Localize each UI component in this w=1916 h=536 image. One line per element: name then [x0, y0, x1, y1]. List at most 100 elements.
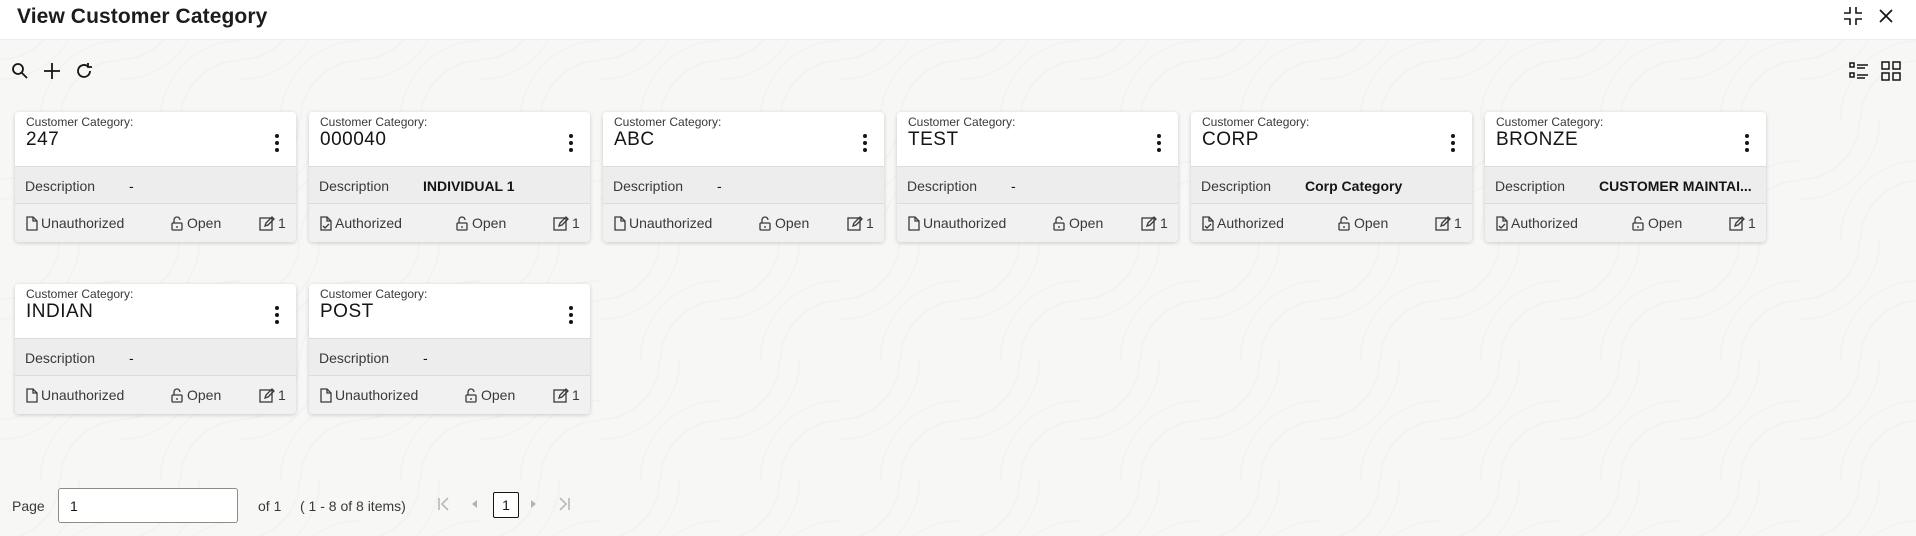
plus-icon[interactable] [40, 59, 64, 83]
card-header: Customer Category: 247 [15, 112, 296, 166]
edit-icon [553, 387, 569, 403]
lock-status-label: Open [1648, 215, 1683, 231]
category-value: 247 [26, 129, 60, 150]
document-icon [320, 387, 332, 403]
record-status: Authorized [1496, 215, 1578, 231]
description-value: - [129, 178, 134, 194]
description-value: - [717, 178, 722, 194]
category-label: Customer Category: [26, 287, 134, 301]
card-description-row: Description - [15, 166, 296, 204]
next-page-icon[interactable] [530, 497, 538, 514]
modification-count: 1 [847, 215, 874, 231]
category-label: Customer Category: [320, 287, 428, 301]
kebab-menu-icon[interactable] [1154, 132, 1164, 154]
category-value: CORP [1202, 129, 1259, 150]
search-icon[interactable] [8, 59, 32, 83]
lock-status-label: Open [187, 215, 222, 231]
card-description-row: Description INDIVIDUAL 1 [309, 166, 590, 204]
card-header: Customer Category: TEST [897, 112, 1178, 166]
category-label: Customer Category: [1496, 115, 1604, 129]
collapse-icon[interactable] [1841, 4, 1865, 28]
description-label: Description [25, 350, 96, 366]
record-status: Authorized [1202, 215, 1284, 231]
modification-number: 1 [866, 215, 874, 231]
lock-status: Open [170, 215, 221, 231]
description-label: Description [319, 350, 390, 366]
category-card[interactable]: Customer Category: 000040 Description INDIV… [309, 112, 590, 242]
record-status: Unauthorized [26, 215, 124, 231]
items-count-label: ( 1 - 8 of 8 items) [300, 498, 406, 514]
record-status-label: Unauthorized [41, 387, 125, 403]
modification-count: 1 [259, 387, 286, 403]
document-check-icon [1496, 215, 1508, 231]
last-page-icon[interactable] [558, 497, 570, 514]
category-card[interactable]: Customer Category: 247 Description - Unautho… [15, 112, 296, 242]
category-card[interactable]: Customer Category: BRONZE Description CUSTO… [1485, 112, 1766, 242]
unlock-icon [170, 387, 184, 403]
category-card[interactable]: Customer Category: POST Description - Unauth… [309, 284, 590, 414]
page-input[interactable] [58, 488, 238, 523]
lock-status: Open [170, 387, 221, 403]
category-card[interactable]: Customer Category: CORP Description Corp Ca… [1191, 112, 1472, 242]
description-value: - [1011, 178, 1016, 194]
card-footer: Authorized Open 1 [309, 204, 590, 242]
card-footer: Unauthorized Open 1 [897, 204, 1178, 242]
kebab-menu-icon[interactable] [272, 304, 282, 326]
card-header: Customer Category: POST [309, 284, 590, 338]
kebab-menu-icon[interactable] [860, 132, 870, 154]
lock-status: Open [455, 215, 506, 231]
grid-view-icon[interactable] [1879, 59, 1903, 83]
unlock-icon [1052, 215, 1066, 231]
card-footer: Unauthorized Open 1 [15, 376, 296, 414]
close-icon[interactable] [1874, 4, 1898, 28]
description-label: Description [613, 178, 684, 194]
description-label: Description [1201, 178, 1272, 194]
record-status-label: Authorized [1511, 215, 1578, 231]
description-value: - [423, 350, 428, 366]
card-footer: Unauthorized Open 1 [309, 376, 590, 414]
category-card[interactable]: Customer Category: ABC Description - Unautho… [603, 112, 884, 242]
record-status-label: Unauthorized [335, 387, 419, 403]
first-page-icon[interactable] [438, 497, 450, 514]
category-label: Customer Category: [26, 115, 134, 129]
modification-count: 1 [259, 215, 286, 231]
page-of-label: of 1 [258, 498, 282, 514]
kebab-menu-icon[interactable] [1448, 132, 1458, 154]
list-view-icon[interactable] [1847, 59, 1871, 83]
lock-status: Open [1052, 215, 1103, 231]
kebab-menu-icon[interactable] [566, 132, 576, 154]
kebab-menu-icon[interactable] [1742, 132, 1752, 154]
category-label: Customer Category: [908, 115, 1016, 129]
category-label: Customer Category: [614, 115, 722, 129]
card-header: Customer Category: CORP [1191, 112, 1472, 166]
lock-status: Open [464, 387, 515, 403]
prev-page-icon[interactable] [470, 497, 478, 514]
record-status: Authorized [320, 215, 402, 231]
card-description-row: Description - [603, 166, 884, 204]
category-value: 000040 [320, 129, 387, 150]
record-status-label: Unauthorized [41, 215, 125, 231]
page-header: View Customer Category [0, 0, 1916, 40]
current-page-button[interactable]: 1 [493, 492, 519, 518]
card-header: Customer Category: 000040 [309, 112, 590, 166]
card-footer: Authorized Open 1 [1485, 204, 1766, 242]
kebab-menu-icon[interactable] [566, 304, 576, 326]
description-value: INDIVIDUAL 1 [423, 178, 515, 194]
card-description-row: Description Corp Category [1191, 166, 1472, 204]
refresh-icon[interactable] [72, 59, 96, 83]
unlock-icon [170, 215, 184, 231]
card-description-row: Description - [15, 338, 296, 376]
card-header: Customer Category: BRONZE [1485, 112, 1766, 166]
description-label: Description [25, 178, 96, 194]
category-label: Customer Category: [1202, 115, 1310, 129]
category-card[interactable]: Customer Category: TEST Description - Unauth… [897, 112, 1178, 242]
modification-count: 1 [1435, 215, 1462, 231]
edit-icon [259, 387, 275, 403]
edit-icon [847, 215, 863, 231]
lock-status-label: Open [187, 387, 222, 403]
unlock-icon [455, 215, 469, 231]
card-footer: Authorized Open 1 [1191, 204, 1472, 242]
record-status-label: Unauthorized [923, 215, 1007, 231]
category-card[interactable]: Customer Category: INDIAN Description - Unau… [15, 284, 296, 414]
kebab-menu-icon[interactable] [272, 132, 282, 154]
